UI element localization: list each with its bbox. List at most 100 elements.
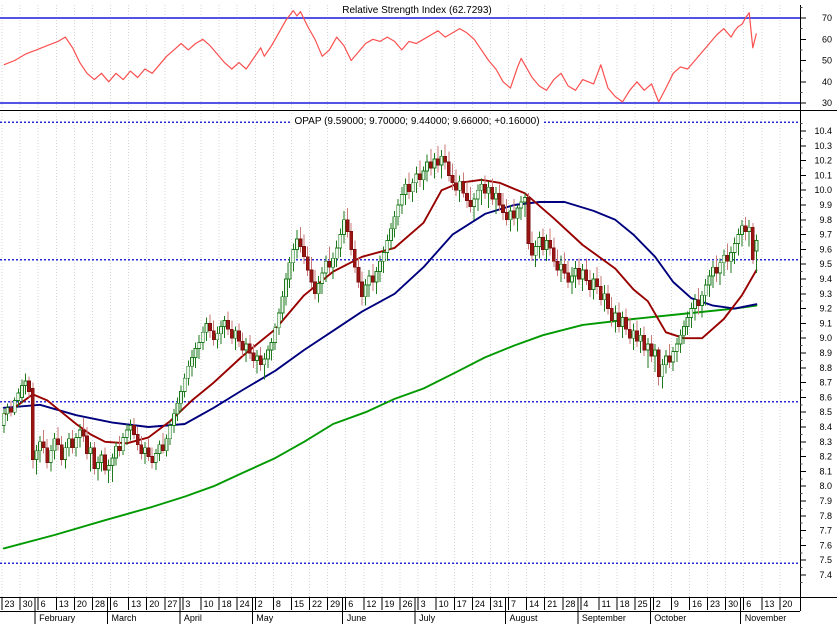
x-day-label: 21: [547, 599, 557, 609]
x-day-label: 3: [421, 599, 426, 609]
candle: [273, 327, 278, 344]
candle: [45, 447, 50, 463]
price-ytick-label: 7.9: [819, 496, 832, 506]
candle: [338, 234, 343, 249]
x-month-label: August: [510, 613, 539, 623]
candle: [88, 447, 93, 455]
candle: [530, 243, 534, 256]
candle: [682, 325, 686, 336]
candle: [436, 158, 440, 166]
price-ytick-label: 7.7: [819, 526, 832, 536]
candle: [34, 450, 39, 460]
candle: [266, 349, 270, 360]
x-month-label: May: [256, 613, 274, 623]
candle: [305, 256, 310, 271]
candle: [103, 454, 108, 471]
x-day-label: 20: [149, 599, 159, 609]
candle: [298, 238, 303, 247]
rsi-ytick-label: 50: [822, 56, 832, 66]
candle: [551, 247, 556, 262]
x-day-label: 27: [167, 599, 177, 609]
candle: [106, 465, 111, 471]
x-day-label: 10: [204, 599, 214, 609]
x-day-label: 30: [728, 599, 738, 609]
candle: [389, 228, 393, 241]
price-ytick-label: 10.3: [814, 141, 832, 151]
candle: [588, 280, 592, 290]
candle: [577, 268, 581, 280]
price-ytick-label: 9.1: [819, 318, 832, 328]
x-day-label: 6: [746, 599, 751, 609]
x-day-label: 2: [656, 599, 661, 609]
candle: [114, 445, 118, 459]
candle: [512, 210, 516, 219]
candle: [472, 198, 477, 207]
candle: [439, 155, 444, 166]
x-day-label: 28: [565, 599, 575, 609]
candle: [396, 204, 401, 218]
price-ytick-label: 9.5: [819, 259, 832, 269]
x-day-label: 6: [348, 599, 353, 609]
x-day-label: 11: [602, 599, 611, 609]
candle: [696, 299, 701, 307]
candle: [255, 355, 259, 361]
candle: [67, 438, 71, 449]
candle: [417, 173, 422, 181]
candle: [598, 285, 603, 301]
candle: [649, 343, 654, 357]
candle: [399, 194, 404, 206]
opap-chart-window: 30 40 50 60 70 10.4 10.3 10.2 10.1 10.0 9.9 9.8 9.7 9…: [0, 0, 837, 625]
candle: [573, 268, 578, 277]
candle: [233, 330, 238, 339]
candle: [620, 317, 625, 327]
candle: [323, 260, 328, 274]
candle: [754, 240, 759, 252]
candle: [711, 266, 715, 277]
candle: [461, 180, 466, 194]
price-ytick-label: 7.4: [819, 570, 832, 580]
candle: [526, 197, 531, 244]
candle: [157, 444, 162, 455]
candle: [732, 243, 737, 253]
price-ytick-label: 9.8: [819, 215, 832, 225]
candle: [9, 407, 13, 413]
price-ytick-label: 9.7: [819, 230, 832, 240]
price-ytick-label: 10.1: [814, 170, 832, 180]
x-day-label: 12: [366, 599, 376, 609]
x-day-label: 14: [529, 599, 539, 609]
candle: [23, 380, 28, 386]
candle: [59, 444, 64, 460]
candle: [77, 429, 82, 438]
candle: [537, 237, 542, 247]
candle: [164, 438, 169, 452]
x-month-label: February: [39, 613, 76, 623]
candle: [465, 192, 469, 201]
candle: [548, 240, 553, 249]
candle: [287, 262, 292, 280]
x-day-label: 24: [475, 599, 485, 609]
candle: [121, 436, 126, 452]
price-ytick-label: 7.8: [819, 511, 832, 521]
candle: [150, 456, 155, 463]
candle: [718, 262, 723, 274]
x-day-label: 13: [131, 599, 141, 609]
candle: [222, 320, 227, 327]
candle: [313, 281, 317, 295]
x-day-label: 10: [439, 599, 449, 609]
candle: [342, 219, 346, 236]
candle: [504, 211, 509, 221]
candle: [569, 275, 574, 283]
candle: [457, 180, 462, 191]
candle: [707, 275, 712, 286]
candle: [533, 246, 538, 256]
candle: [674, 343, 679, 352]
x-day-label: 13: [764, 599, 774, 609]
x-day-label: 30: [23, 599, 33, 609]
candle: [479, 183, 484, 191]
ma-slow-blue: [2, 201, 758, 428]
candle: [678, 334, 683, 345]
candle: [302, 246, 307, 258]
candle: [360, 281, 364, 298]
candle: [146, 447, 151, 458]
candle: [320, 272, 325, 284]
